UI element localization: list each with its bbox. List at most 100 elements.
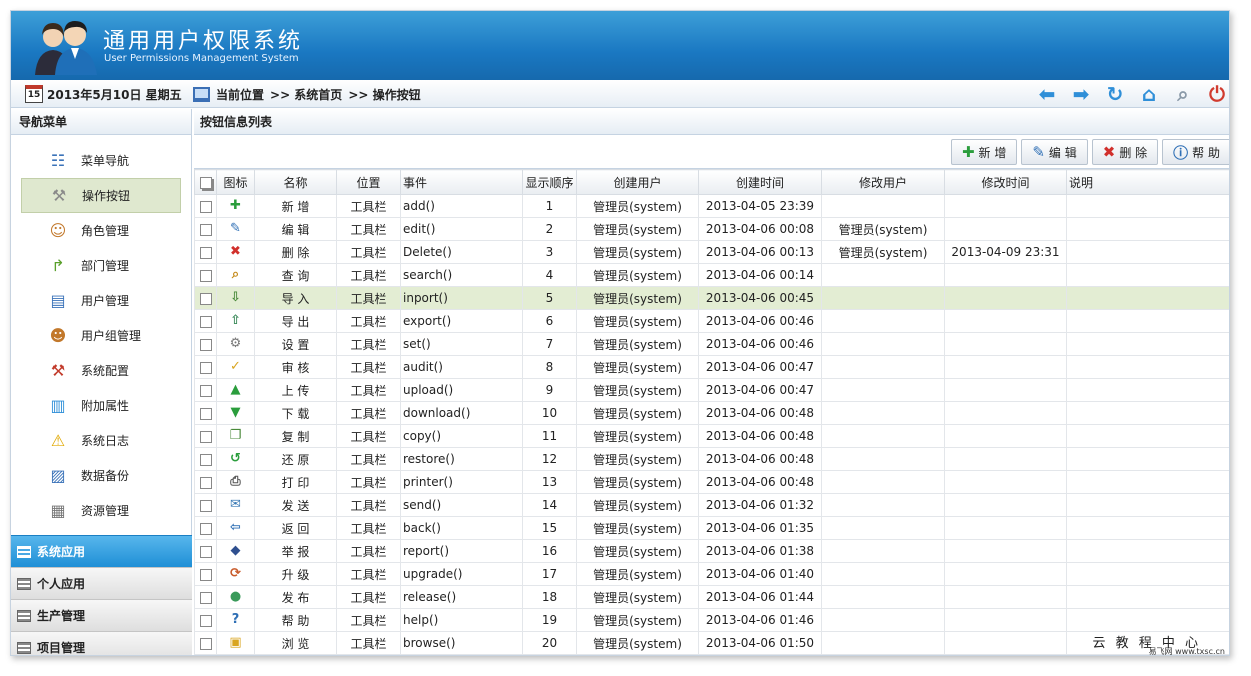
col-header-name[interactable]: 名称	[254, 169, 337, 195]
panel-title: 按钮信息列表	[194, 109, 1229, 135]
table-row[interactable]: ⇦ 返 回工具栏 back() 15 管理员(system) 2013-04-06 01:…	[194, 516, 1229, 540]
row-checkbox[interactable]	[194, 539, 217, 563]
sidebar-item-attributes[interactable]: ▥ 附加属性	[21, 388, 181, 423]
table-row[interactable]: ✉ 发 送工具栏 send() 14 管理员(system) 2013-04-06 01:…	[194, 493, 1229, 517]
table-row[interactable]: ⎙ 打 印工具栏 printer() 13 管理员(system) 2013-04-06 …	[194, 470, 1229, 494]
table-row[interactable]: ? 帮 助工具栏 help() 19 管理员(system) 2013-04-06 01:…	[194, 608, 1229, 632]
col-header-modifier[interactable]: 修改用户	[821, 169, 945, 195]
sidebar-item-user-groups[interactable]: ☻ 用户组管理	[21, 318, 181, 353]
row-note	[1066, 194, 1229, 218]
table-row[interactable]: ⌕ 查 询工具栏 search() 4 管理员(system) 2013-04-06 00…	[194, 263, 1229, 287]
group-production[interactable]: 生产管理	[11, 599, 192, 631]
table-row[interactable]: ▼ 下 载工具栏 download() 10 管理员(system) 2013-04-06…	[194, 401, 1229, 425]
row-creator: 管理员(system)	[576, 263, 699, 287]
app-subtitle: User Permissions Management System	[104, 53, 299, 64]
sidebar-item-menu-nav[interactable]: ☷ 菜单导航	[21, 143, 181, 178]
table-row[interactable]: ↺ 还 原工具栏 restore() 12 管理员(system) 2013-04-06 …	[194, 447, 1229, 471]
table-row[interactable]: ⚙ 设 置工具栏 set() 7 管理员(system) 2013-04-06 00:46	[194, 332, 1229, 356]
col-header-note[interactable]: 说明	[1066, 169, 1229, 195]
row-checkbox[interactable]	[194, 631, 217, 655]
table-row[interactable]: ▲ 上 传工具栏 upload() 9 管理员(system) 2013-04-06 00…	[194, 378, 1229, 402]
col-header-event[interactable]: 事件	[400, 169, 523, 195]
row-order: 14	[522, 493, 577, 517]
sidebar-item-logs[interactable]: ⚠ 系统日志	[21, 423, 181, 458]
select-all-checkbox[interactable]	[194, 169, 217, 195]
sidebar-item-label: 菜单导航	[81, 154, 130, 168]
sidebar-item-buttons[interactable]: ⚒ 操作按钮	[21, 178, 181, 213]
row-checkbox[interactable]	[194, 332, 217, 356]
row-checkbox[interactable]	[194, 194, 217, 218]
row-checkbox[interactable]	[194, 562, 217, 586]
col-header-creator[interactable]: 创建用户	[576, 169, 699, 195]
sidebar-item-users[interactable]: ▤ 用户管理	[21, 283, 181, 318]
col-header-modified[interactable]: 修改时间	[944, 169, 1067, 195]
row-note	[1066, 585, 1229, 609]
table-row[interactable]: ▣ 浏 览工具栏 browse() 20 管理员(system) 2013-04-06 0…	[194, 631, 1229, 655]
row-note	[1066, 240, 1229, 264]
row-checkbox[interactable]	[194, 470, 217, 494]
breadcrumb-home[interactable]: >> 系统首页	[270, 86, 342, 103]
row-checkbox[interactable]	[194, 493, 217, 517]
row-created: 2013-04-06 01:46	[698, 608, 822, 632]
row-checkbox[interactable]	[194, 355, 217, 379]
download-icon: ▼	[230, 405, 241, 420]
home-icon[interactable]: ⌂	[1137, 82, 1161, 106]
power-icon[interactable]: ⏻	[1205, 82, 1229, 106]
folder-check-icon: ✓	[230, 359, 241, 374]
forward-arrow-icon[interactable]: ➡	[1069, 82, 1093, 106]
group-system-apps[interactable]: 系统应用	[11, 535, 192, 567]
col-header-created[interactable]: 创建时间	[698, 169, 822, 195]
row-checkbox[interactable]	[194, 309, 217, 333]
row-order: 9	[522, 378, 577, 402]
row-checkbox[interactable]	[194, 263, 217, 287]
table-row[interactable]: ❐ 复 制工具栏 copy() 11 管理员(system) 2013-04-06 00:…	[194, 424, 1229, 448]
row-checkbox[interactable]	[194, 378, 217, 402]
delete-button[interactable]: ✖ 删 除	[1091, 139, 1159, 165]
help-button[interactable]: ⓘ 帮 助	[1162, 139, 1229, 165]
pencil-icon: ✎	[230, 221, 241, 236]
search-icon[interactable]: ⌕	[1171, 82, 1195, 106]
sidebar-item-backup[interactable]: ▨ 数据备份	[21, 458, 181, 493]
group-personal-apps[interactable]: 个人应用	[11, 567, 192, 599]
row-checkbox[interactable]	[194, 447, 217, 471]
sidebar-item-resources[interactable]: ▦ 资源管理	[21, 493, 181, 528]
col-header-icon[interactable]: 图标	[216, 169, 255, 195]
edit-button[interactable]: ✎ 编 辑	[1021, 139, 1088, 165]
table-row[interactable]: ✎ 编 辑工具栏 edit() 2 管理员(system) 2013-04-06 00:0…	[194, 217, 1229, 241]
row-order: 3	[522, 240, 577, 264]
row-created: 2013-04-06 00:48	[698, 447, 822, 471]
refresh-icon[interactable]: ↻	[1103, 82, 1127, 106]
row-name: 打 印	[254, 470, 337, 494]
table-row[interactable]: ⇩ 导 入工具栏 inport() 5 管理员(system) 2013-04-06 00…	[194, 286, 1229, 310]
table-row[interactable]: ⇧ 导 出工具栏 export() 6 管理员(system) 2013-04-06 00…	[194, 309, 1229, 333]
row-checkbox[interactable]	[194, 286, 217, 310]
table-row[interactable]: ● 发 布工具栏 release() 18 管理员(system) 2013-04-06 …	[194, 585, 1229, 609]
row-checkbox[interactable]	[194, 585, 217, 609]
sidebar-item-departments[interactable]: ↱ 部门管理	[21, 248, 181, 283]
table-row[interactable]: ✖ 删 除工具栏 Delete() 3 管理员(system) 2013-04-06 00…	[194, 240, 1229, 264]
row-checkbox[interactable]	[194, 240, 217, 264]
add-button-label: 新 增	[978, 145, 1007, 160]
date-display: 15 2013年5月10日 星期五	[25, 84, 182, 104]
table-row[interactable]: ✚ 新 增工具栏 add() 1 管理员(system) 2013-04-05 23:39	[194, 194, 1229, 218]
row-checkbox[interactable]	[194, 608, 217, 632]
group-projects[interactable]: 项目管理	[11, 631, 192, 655]
row-checkbox[interactable]	[194, 516, 217, 540]
row-icon-cell: ✎	[216, 217, 255, 241]
back-arrow-icon[interactable]: ⬅	[1035, 82, 1059, 106]
row-checkbox[interactable]	[194, 401, 217, 425]
add-button[interactable]: ✚ 新 增	[950, 139, 1018, 165]
book-icon: ▥	[50, 396, 66, 415]
col-header-order[interactable]: 显示顺序	[522, 169, 577, 195]
table-row[interactable]: ✓ 审 核工具栏 audit() 8 管理员(system) 2013-04-06 00:…	[194, 355, 1229, 379]
sidebar-item-roles[interactable]: ☺ 角色管理	[21, 213, 181, 248]
row-modifier	[821, 631, 945, 655]
table-row[interactable]: ◆ 举 报工具栏 report() 16 管理员(system) 2013-04-06 0…	[194, 539, 1229, 563]
row-modifier	[821, 539, 945, 563]
sidebar-item-config[interactable]: ⚒ 系统配置	[21, 353, 181, 388]
sidebar-item-label: 资源管理	[81, 504, 130, 518]
row-checkbox[interactable]	[194, 424, 217, 448]
table-row[interactable]: ⟳ 升 级工具栏 upgrade() 17 管理员(system) 2013-04-06 …	[194, 562, 1229, 586]
col-header-position[interactable]: 位置	[336, 169, 401, 195]
row-checkbox[interactable]	[194, 217, 217, 241]
